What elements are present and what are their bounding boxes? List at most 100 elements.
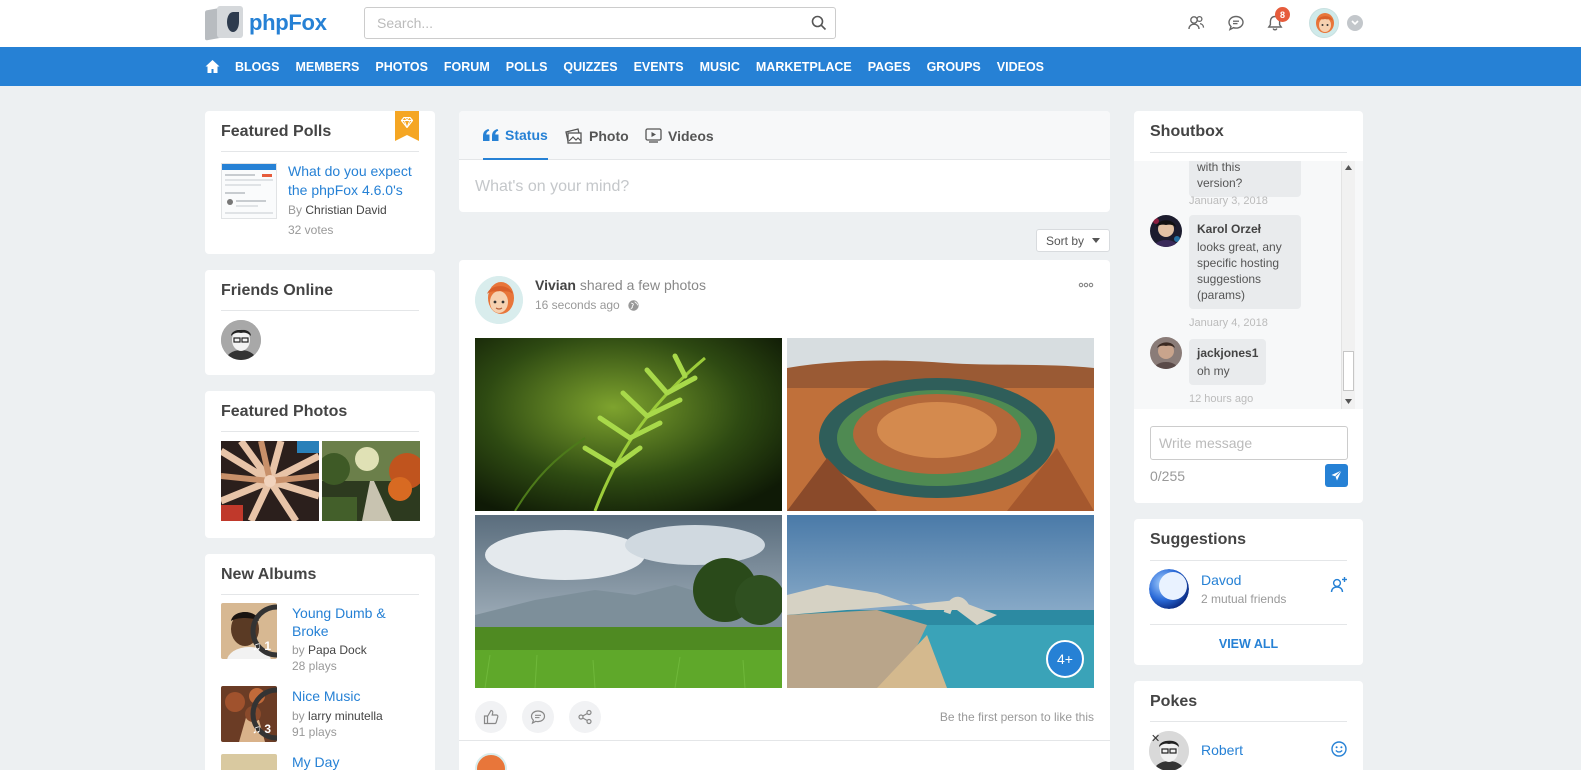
view-all-link[interactable]: VIEW ALL (1134, 637, 1363, 651)
post-meta: 16 seconds ago (535, 298, 639, 312)
video-icon (645, 128, 662, 143)
scroll-down-icon[interactable] (1345, 399, 1352, 404)
shoutbox-scrollbar[interactable] (1341, 161, 1355, 409)
shout-time: January 3, 2018 (1189, 195, 1268, 207)
divider (1150, 624, 1347, 625)
divider (221, 594, 419, 595)
logo-text: phpFox (249, 10, 327, 35)
album-cover[interactable] (221, 754, 277, 770)
post-time[interactable]: 16 seconds ago (535, 298, 620, 312)
online-friend-avatar[interactable] (221, 320, 261, 360)
chevron-down-icon[interactable] (1347, 15, 1363, 31)
album-title-link[interactable]: Nice Music (292, 688, 360, 704)
post-author-name[interactable]: Vivian (535, 277, 576, 293)
shout-author[interactable]: jackjones1 (1197, 345, 1258, 361)
scroll-up-icon[interactable] (1345, 165, 1352, 170)
nav-members[interactable]: MEMBERS (295, 60, 359, 74)
nav-pages[interactable]: PAGES (868, 60, 911, 74)
dismiss-poke-icon[interactable]: ✕ (1151, 732, 1160, 745)
shout-author[interactable]: Karol Orzeł (1197, 221, 1293, 237)
add-friend-icon[interactable] (1330, 576, 1348, 597)
nav-events[interactable]: EVENTS (634, 60, 684, 74)
search-icon[interactable] (811, 15, 827, 34)
nav-groups[interactable]: GROUPS (927, 60, 981, 74)
post-photo-meadow[interactable] (475, 515, 782, 688)
new-albums-title: New Albums (221, 566, 317, 583)
suggestion-mutual: 2 mutual friends (1201, 592, 1287, 606)
more-photos-button[interactable]: 4+ (1046, 640, 1084, 678)
sort-by-dropdown[interactable]: Sort by (1036, 229, 1110, 252)
thumbs-up-icon (483, 709, 499, 725)
suggestion-name[interactable]: Davod (1201, 572, 1241, 588)
poll-question-link[interactable]: What do you expect the phpFox 4.6.0's (288, 162, 423, 200)
user-avatar[interactable] (1309, 8, 1339, 38)
nav-photos[interactable]: PHOTOS (375, 60, 428, 74)
shout-bubble: jackjones1 oh my (1189, 339, 1267, 385)
shout-avatar[interactable] (1150, 215, 1182, 247)
nav-quizzes[interactable]: QUIZZES (563, 60, 617, 74)
featured-photo-path[interactable] (322, 441, 420, 521)
album-artist[interactable]: Papa Dock (308, 643, 367, 657)
messages-icon[interactable] (1225, 12, 1247, 34)
more-options-icon[interactable] (1078, 276, 1094, 291)
post-header-line: Vivian shared a few photos (535, 277, 706, 293)
nav-music[interactable]: MUSIC (700, 60, 740, 74)
nav-marketplace[interactable]: MARKETPLACE (756, 60, 852, 74)
post-action: shared a few photos (579, 277, 706, 293)
divider (1150, 721, 1347, 722)
post-photo-canyon[interactable] (787, 338, 1094, 511)
suggestion-avatar[interactable] (1149, 569, 1189, 609)
shout-time: 12 hours ago (1189, 393, 1254, 405)
album-cover[interactable]: ♫ 3 (221, 686, 277, 742)
friends-icon[interactable] (1185, 12, 1207, 34)
post-photo-coast[interactable]: 4+ (787, 515, 1094, 688)
like-button[interactable] (475, 701, 507, 733)
divider (221, 151, 419, 152)
tab-videos[interactable]: Videos (645, 111, 714, 160)
search-input[interactable] (365, 8, 785, 38)
poke-back-icon[interactable] (1331, 741, 1347, 760)
send-button[interactable] (1325, 464, 1348, 487)
nav-polls[interactable]: POLLS (506, 60, 548, 74)
composer-card: Status Photo Videos What's on your mind? (459, 111, 1110, 212)
globe-icon[interactable] (628, 299, 639, 311)
nav-forum[interactable]: FORUM (444, 60, 490, 74)
featured-photos-title: Featured Photos (221, 403, 348, 420)
poll-thumbnail[interactable] (221, 163, 277, 219)
album-title-link[interactable]: My Day (292, 754, 339, 770)
status-input[interactable]: What's on your mind? (475, 178, 629, 196)
scrollbar-thumb[interactable] (1343, 351, 1354, 391)
divider (1150, 152, 1347, 153)
divider (221, 310, 419, 311)
post-author-avatar[interactable] (475, 276, 523, 324)
tab-photo-label: Photo (589, 127, 629, 144)
site-logo[interactable]: phpFox (205, 6, 327, 41)
shoutbox-messages[interactable]: with this version? January 3, 2018 Karol… (1134, 161, 1363, 409)
shout-avatar[interactable] (1150, 337, 1182, 369)
tab-status[interactable]: Status (483, 111, 548, 160)
poll-author[interactable]: Christian David (305, 203, 386, 217)
album-title-link[interactable]: Young Dumb & Broke (292, 604, 412, 640)
share-button[interactable] (569, 701, 601, 733)
comment-button[interactable] (522, 701, 554, 733)
home-icon[interactable] (205, 59, 220, 77)
next-post-avatar[interactable] (475, 753, 507, 770)
nav-videos[interactable]: VIDEOS (997, 60, 1044, 74)
divider (221, 431, 419, 432)
album-artist-line: by Papa Dock (292, 643, 367, 657)
featured-photo-hands[interactable] (221, 441, 319, 521)
post-photo-fern[interactable] (475, 338, 782, 511)
album-count-value: 3 (264, 722, 271, 736)
album-plays: 91 plays (292, 725, 337, 739)
shout-time: January 4, 2018 (1189, 317, 1268, 329)
tab-photo[interactable]: Photo (564, 111, 629, 160)
caret-down-icon (1092, 238, 1100, 243)
pokes-card: Pokes ✕ Robert (1134, 681, 1363, 770)
album-cover[interactable]: ♫ 1 (221, 603, 277, 659)
suggestions-title: Suggestions (1150, 531, 1247, 548)
by-label: By (288, 203, 303, 217)
nav-blogs[interactable]: BLOGS (235, 60, 279, 74)
shout-message-input[interactable] (1150, 426, 1348, 460)
poke-name[interactable]: Robert (1201, 742, 1243, 758)
album-artist[interactable]: larry minutella (308, 709, 383, 723)
